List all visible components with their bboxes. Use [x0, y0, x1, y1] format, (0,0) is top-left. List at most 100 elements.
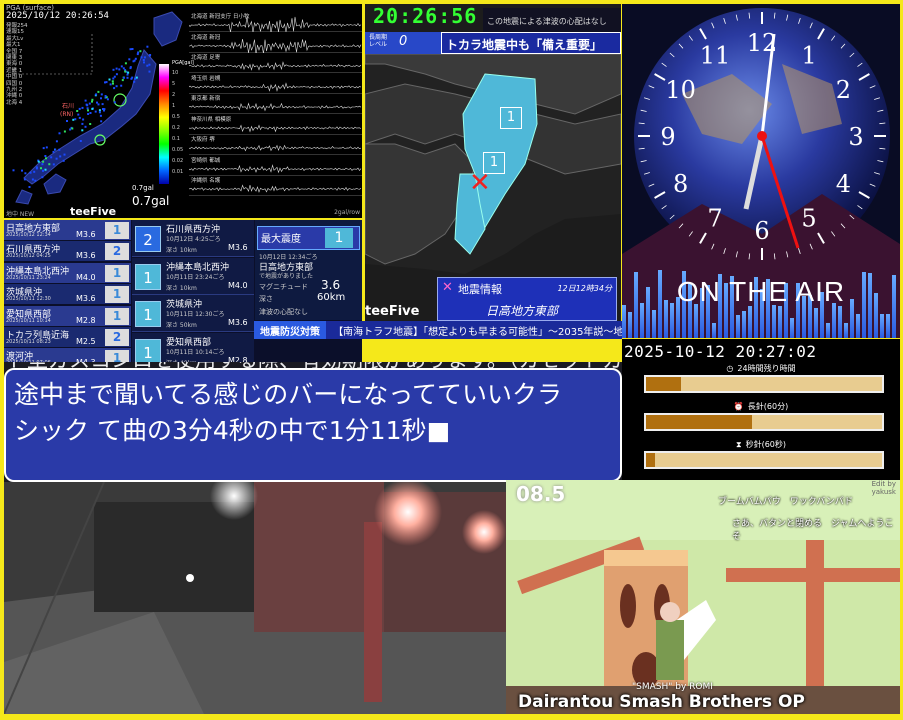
quake-mag: M3.6 [76, 294, 96, 304]
clock-number: 4 [836, 170, 851, 198]
station-dot [131, 76, 134, 79]
pga-tick: 0.1 [172, 136, 180, 142]
pga-scale-title: PGA[gal] [172, 60, 194, 66]
subtitle-box: 途中まで聞いてる感じのバーになってていいクラ シック て曲の3分4秒の中で1分1… [4, 368, 622, 482]
clock-number: 6 [754, 217, 769, 245]
station-dot [97, 103, 100, 106]
waveform [189, 16, 362, 32]
station-dot [58, 132, 61, 135]
timer-progress-fill [646, 453, 656, 467]
station-dot [100, 97, 102, 100]
station-dot [12, 169, 15, 172]
timer-progress-fill [646, 415, 753, 429]
station-dot [86, 107, 89, 110]
edit-name: yakusk [871, 488, 896, 496]
subtitle-line1: 途中まで聞いてる感じのバーになってていいクラ [14, 380, 563, 409]
timer-bar-label: 長針(60分) [747, 402, 789, 411]
station-dot [129, 67, 132, 70]
audio-bar [742, 311, 746, 338]
pga-tick: 0.01 [172, 169, 184, 175]
waveform [189, 61, 362, 71]
quake-intensity: 1 [105, 222, 129, 239]
timer-datetime: 2025-10-12 20:27:02 [624, 342, 817, 361]
station-dot [69, 128, 72, 131]
station-dot [21, 169, 23, 172]
station-dot [81, 122, 84, 125]
station-dot [134, 57, 137, 60]
station-dot [140, 56, 143, 59]
station-dot [42, 147, 45, 150]
lyric-line1: ブームバムパウ ワックバンパド [718, 497, 854, 507]
station-dot [58, 148, 61, 151]
audio-bar [772, 305, 776, 338]
station-dot [142, 59, 145, 61]
waveform [189, 144, 362, 152]
quake-mag: M3.6 [76, 230, 96, 239]
quake-row[interactable]: 石川県西方沖 2025/10/12 04:25 M3.6 2 [4, 241, 131, 263]
info-area: 日高地方東部 [486, 304, 559, 318]
quake-detail-row[interactable]: 2 石川県西方沖 10月12日 4:25ごろ 深さ 10km M3.6 [132, 220, 254, 257]
station-dot [113, 75, 116, 78]
station-dot [81, 106, 84, 109]
station-dot [62, 159, 65, 162]
audio-bar [736, 315, 740, 338]
quake-row[interactable]: 愛知県西部 2025/10/11 10:14 M2.8 1 [4, 305, 131, 327]
station-dot [89, 112, 92, 114]
clock-number: 3 [848, 123, 863, 151]
seismogram-row: 北海道 新冠支庁 日小牧 [189, 12, 362, 32]
clock-number: 11 [700, 42, 731, 70]
quake-detail-row[interactable]: 1 茨城県沖 10月11日 12:30ごろ 深さ 50km M3.6 [132, 295, 254, 332]
on-air-label: ON THE AIR [676, 276, 846, 307]
station-dot [94, 110, 97, 113]
quake-row[interactable]: トカラ列島近海 2025/10/11 08:23 M2.5 2 [4, 327, 131, 348]
detail-time: 10月11日 23:24ごろ [166, 273, 225, 281]
video-title: Dairantou Smash Brothers OP [518, 692, 805, 712]
detail-intensity: 1 [135, 338, 161, 365]
waveform [189, 184, 362, 193]
song-credit: "SMASH" by ROMI [632, 682, 713, 692]
ticker-tag: 地震防災対策 [254, 321, 326, 339]
station-dot [105, 81, 108, 84]
station-dot [37, 160, 40, 163]
station-dot [79, 140, 82, 142]
station-dot [41, 176, 44, 179]
seismogram-row: 沖縄県 名護 [189, 176, 362, 196]
seismogram-row: 宮崎県 都城 [189, 156, 362, 176]
station-dot [29, 171, 32, 174]
station-dot [120, 84, 123, 87]
pga-tick: 0.5 [172, 114, 180, 120]
station-dot [95, 93, 98, 96]
audio-bar [622, 305, 626, 338]
clock-number: 9 [660, 123, 675, 151]
quake-intensity: 1 [105, 307, 129, 325]
station-dot [146, 45, 149, 48]
waveform [189, 38, 362, 53]
station-dot [81, 129, 84, 132]
station-dot [35, 167, 38, 170]
info-time: 12日12時34分 [557, 284, 612, 293]
quake-row[interactable]: 茨城県沖 2025/10/11 12:30 M3.6 1 [4, 284, 131, 306]
station-dot [76, 110, 79, 112]
quake-row[interactable]: 日高地方東部 2025/10/12 12:34 M3.6 1 [4, 220, 131, 241]
station-dot [33, 170, 36, 173]
quake-time: 2025/10/11 10:14 [6, 317, 51, 324]
gal-big: 0.7gal [132, 194, 170, 208]
timer-progress-bar [644, 451, 884, 469]
quake-intensity: 2 [105, 243, 129, 261]
detail-time: 10月12日 4:25ごろ [166, 236, 221, 243]
station-dot [71, 127, 74, 130]
audio-bar [886, 314, 890, 338]
countdown-panel: 2025-10-12 20:27:02 ◷ 24時間残り時間 ⏰ 長針(60分) ⧗ 秒針… [622, 339, 900, 480]
audio-bar [712, 323, 716, 338]
quake-row[interactable]: 沖縄本島北西沖 2025/10/11 23:24 M4.0 1 [4, 262, 131, 284]
depth-value: 60km [317, 292, 346, 303]
teefive-logo: teeFive [365, 304, 420, 319]
quake-detail-row[interactable]: 1 沖縄本島北西沖 10月11日 23:24ごろ 深さ 10km M4.0 [132, 257, 254, 295]
audio-bar [826, 323, 830, 338]
level-value: 0 [399, 34, 408, 49]
station-dot [126, 73, 129, 76]
station-dot [124, 70, 127, 73]
edit-label: Edit by [871, 480, 896, 488]
analog-clock-panel: 12 1 2 3 4 5 6 7 8 9 10 11 ON THE AIR [622, 4, 900, 338]
audio-bar [814, 308, 818, 338]
